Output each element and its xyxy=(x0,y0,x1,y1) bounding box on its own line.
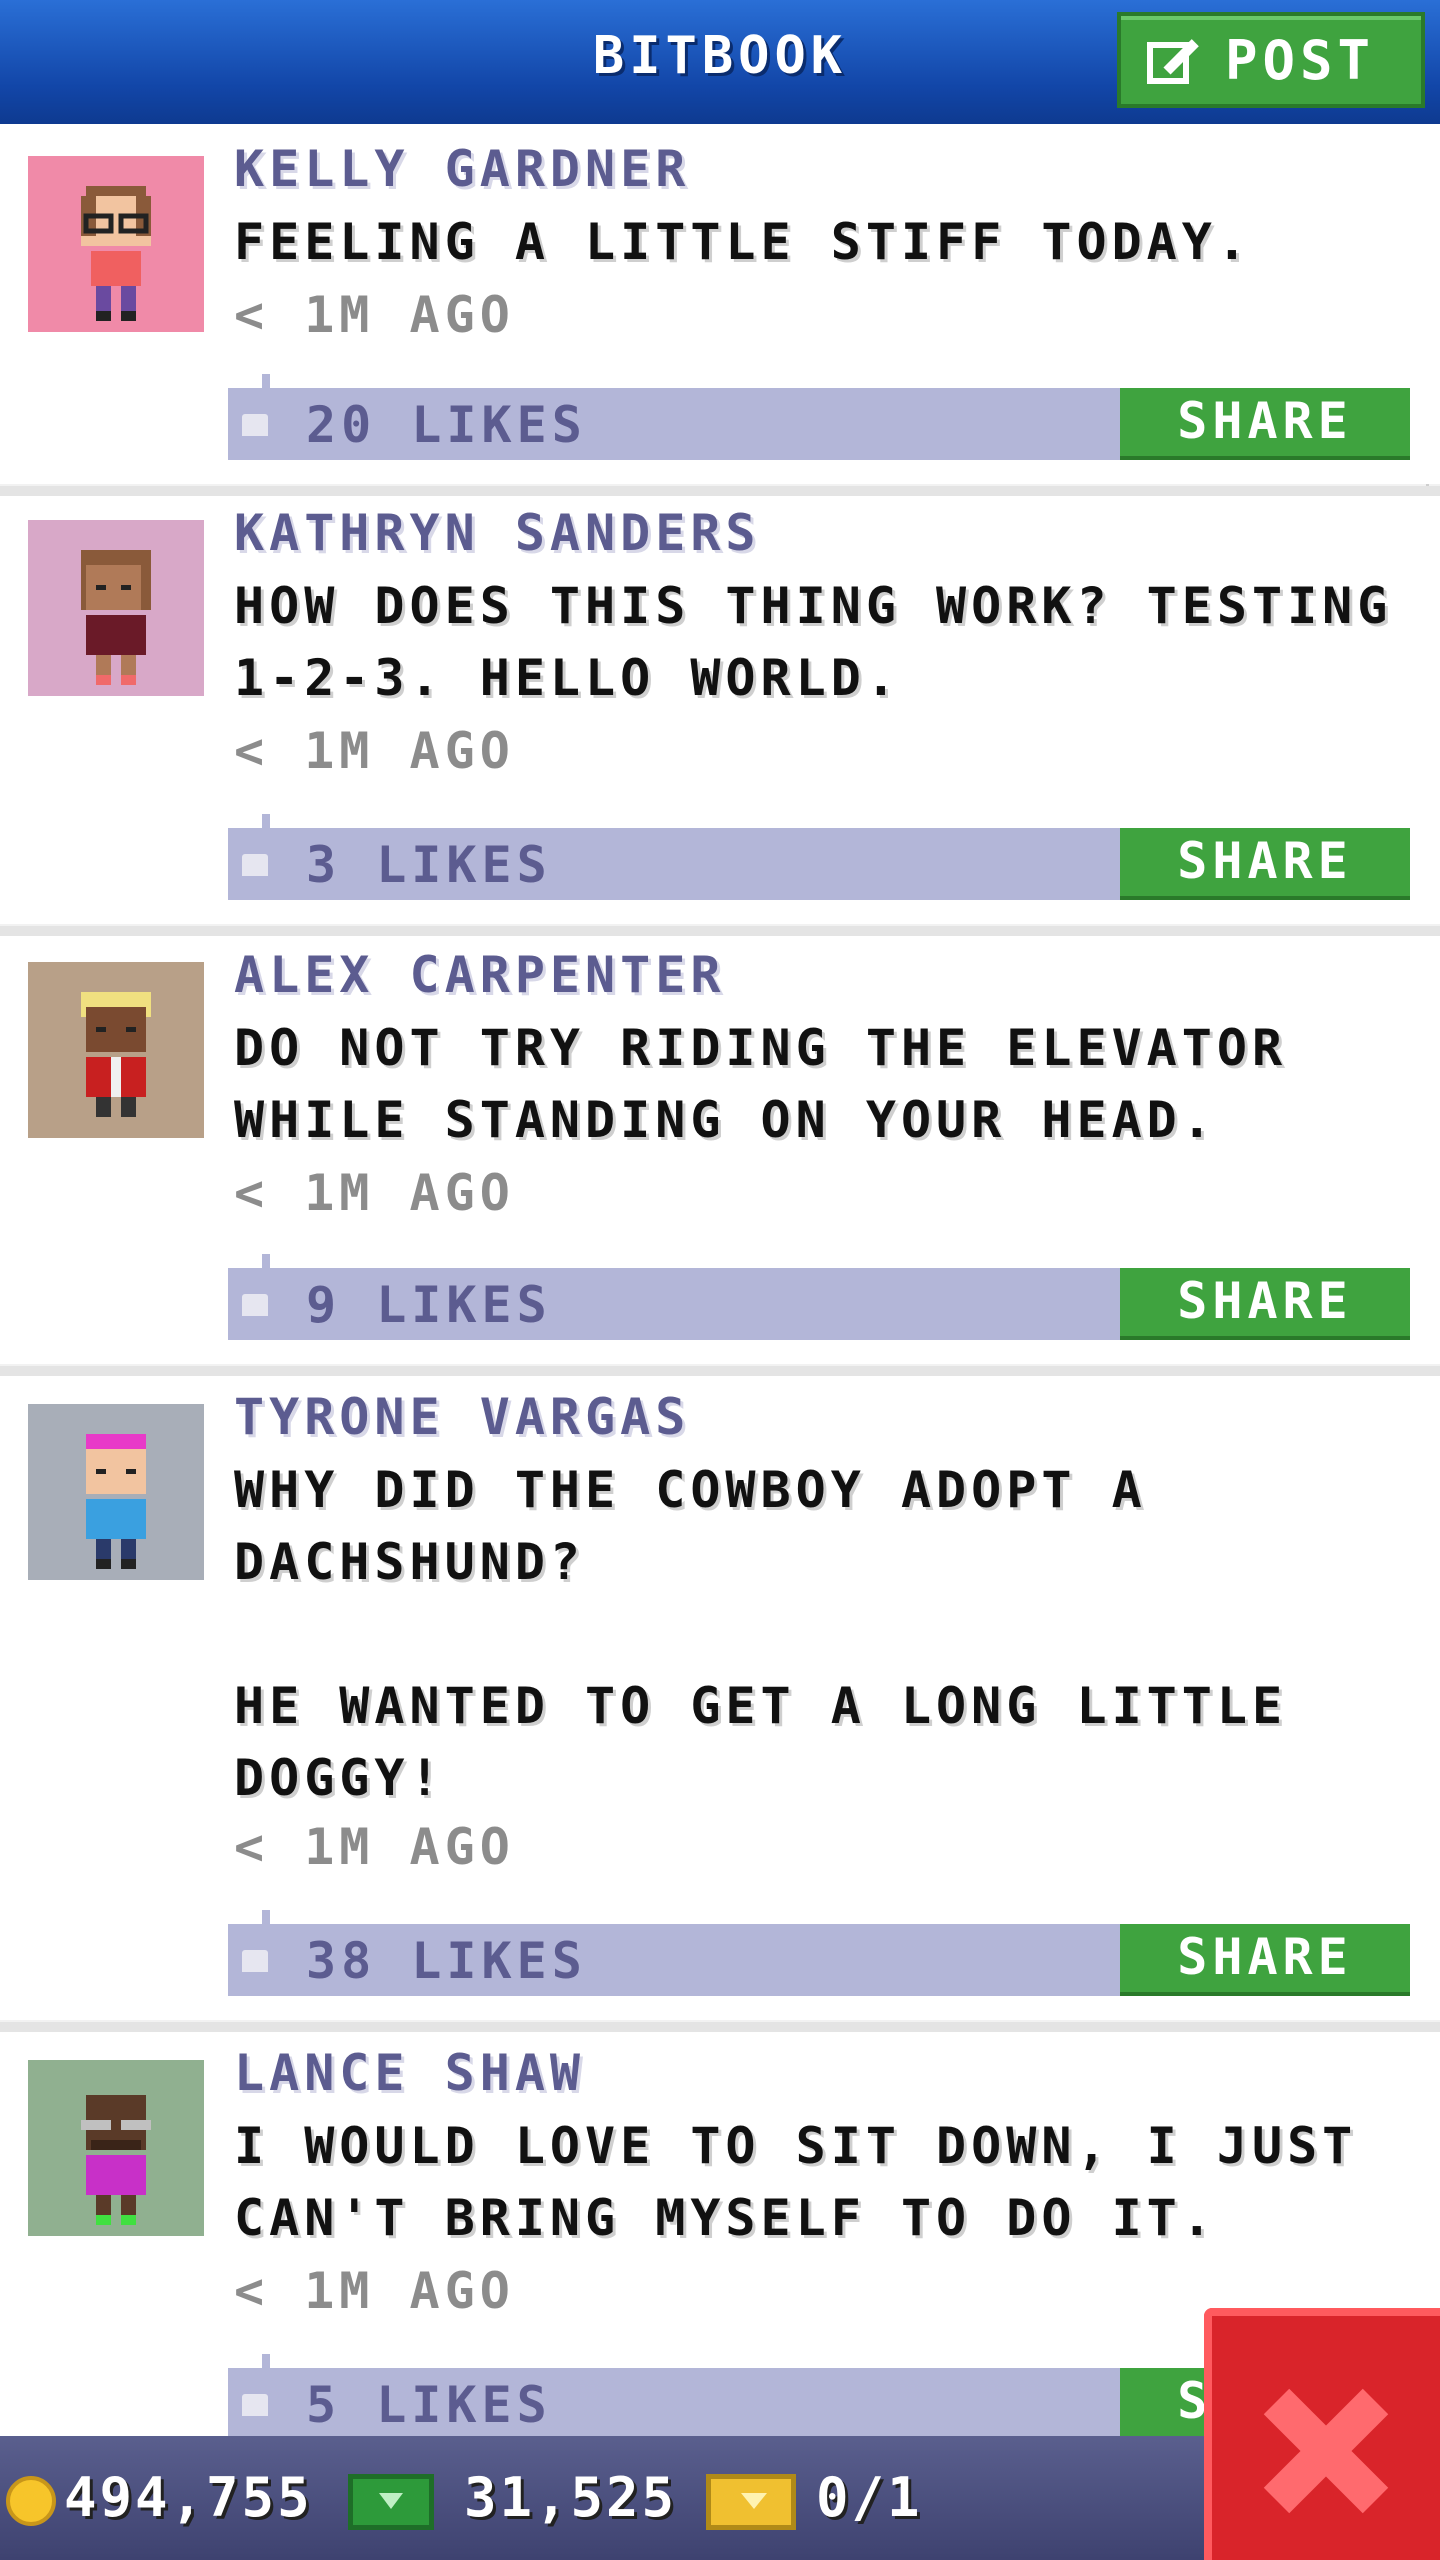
avatar-figure xyxy=(81,992,151,1117)
divider xyxy=(0,926,1440,936)
tickets-count: 0/1 xyxy=(816,2466,923,2529)
avatar-figure xyxy=(81,186,151,321)
post-item: KELLY GARDNER FEELING A LITTLE STIFF TOD… xyxy=(0,124,1440,496)
likes-count[interactable]: 3 LIKES xyxy=(306,836,552,894)
avatar-figure xyxy=(86,1434,146,1569)
post-button[interactable]: POST xyxy=(1117,12,1425,108)
likes-count[interactable]: 5 LIKES xyxy=(306,2376,552,2434)
post-time: < 1M AGO xyxy=(234,2262,515,2320)
post-time: < 1M AGO xyxy=(234,1818,515,1876)
post-time: < 1M AGO xyxy=(234,286,515,344)
divider xyxy=(0,1366,1440,1376)
likes-count[interactable]: 9 LIKES xyxy=(306,1276,552,1334)
post-time: < 1M AGO xyxy=(234,722,515,780)
post-author[interactable]: KATHRYN SANDERS xyxy=(234,504,761,562)
avatar[interactable] xyxy=(28,2060,204,2236)
post-message: DO NOT TRY RIDING THE ELEVATOR WHILE STA… xyxy=(234,1019,1288,1149)
avatar-figure xyxy=(81,2095,151,2225)
coin-icon xyxy=(6,2476,56,2526)
share-button[interactable]: SHARE xyxy=(1120,1268,1410,1340)
ticket-icon xyxy=(706,2474,796,2530)
like-icon[interactable] xyxy=(242,414,268,436)
post-message: FEELING A LITTLE STIFF TODAY. xyxy=(234,213,1252,271)
post-time: < 1M AGO xyxy=(234,1164,515,1222)
avatar[interactable] xyxy=(28,156,204,332)
likes-bar: 20 LIKES SHARE xyxy=(228,374,1410,460)
like-icon[interactable] xyxy=(242,2394,268,2416)
post-button-label: POST xyxy=(1225,28,1376,92)
post-item: ALEX CARPENTER DO NOT TRY RIDING THE ELE… xyxy=(0,936,1440,1376)
likes-bar: 3 LIKES SHARE xyxy=(228,814,1410,900)
close-button[interactable] xyxy=(1204,2308,1440,2560)
avatar[interactable] xyxy=(28,1404,204,1580)
like-icon[interactable] xyxy=(242,854,268,876)
post-author[interactable]: ALEX CARPENTER xyxy=(234,946,725,1004)
like-icon[interactable] xyxy=(242,1294,268,1316)
avatar[interactable] xyxy=(28,962,204,1138)
likes-count[interactable]: 20 LIKES xyxy=(306,396,587,454)
avatar-figure xyxy=(81,550,151,685)
post-message: I WOULD LOVE TO SIT DOWN, I JUST CAN'T B… xyxy=(234,2117,1358,2247)
app-header: BITBOOK POST xyxy=(0,0,1440,128)
post-author[interactable]: TYRONE VARGAS xyxy=(234,1388,690,1446)
post-item: KATHRYN SANDERS HOW DOES THIS THING WORK… xyxy=(0,496,1440,936)
likes-count[interactable]: 38 LIKES xyxy=(306,1932,587,1990)
post-author[interactable]: KELLY GARDNER xyxy=(234,140,690,198)
share-button[interactable]: SHARE xyxy=(1120,1924,1410,1996)
post-item: TYRONE VARGAS WHY DID THE COWBOY ADOPT A… xyxy=(0,1376,1440,2032)
cash-count: 31,525 xyxy=(464,2466,678,2529)
share-button[interactable]: SHARE xyxy=(1120,828,1410,900)
compose-icon xyxy=(1147,32,1203,88)
like-icon[interactable] xyxy=(242,1950,268,1972)
cash-icon xyxy=(348,2474,434,2530)
post-author[interactable]: LANCE SHAW xyxy=(234,2044,585,2102)
likes-bar: 38 LIKES SHARE xyxy=(228,1910,1410,1996)
avatar[interactable] xyxy=(28,520,204,696)
post-message: WHY DID THE COWBOY ADOPT A DACHSHUND? HE… xyxy=(234,1461,1288,1807)
post-message: HOW DOES THIS THING WORK? TESTING 1-2-3.… xyxy=(234,577,1393,707)
divider xyxy=(0,2022,1440,2032)
divider xyxy=(0,486,1440,496)
coins-count: 494,755 xyxy=(64,2466,313,2529)
share-button[interactable]: SHARE xyxy=(1120,388,1410,460)
likes-bar: 9 LIKES SHARE xyxy=(228,1254,1410,1340)
